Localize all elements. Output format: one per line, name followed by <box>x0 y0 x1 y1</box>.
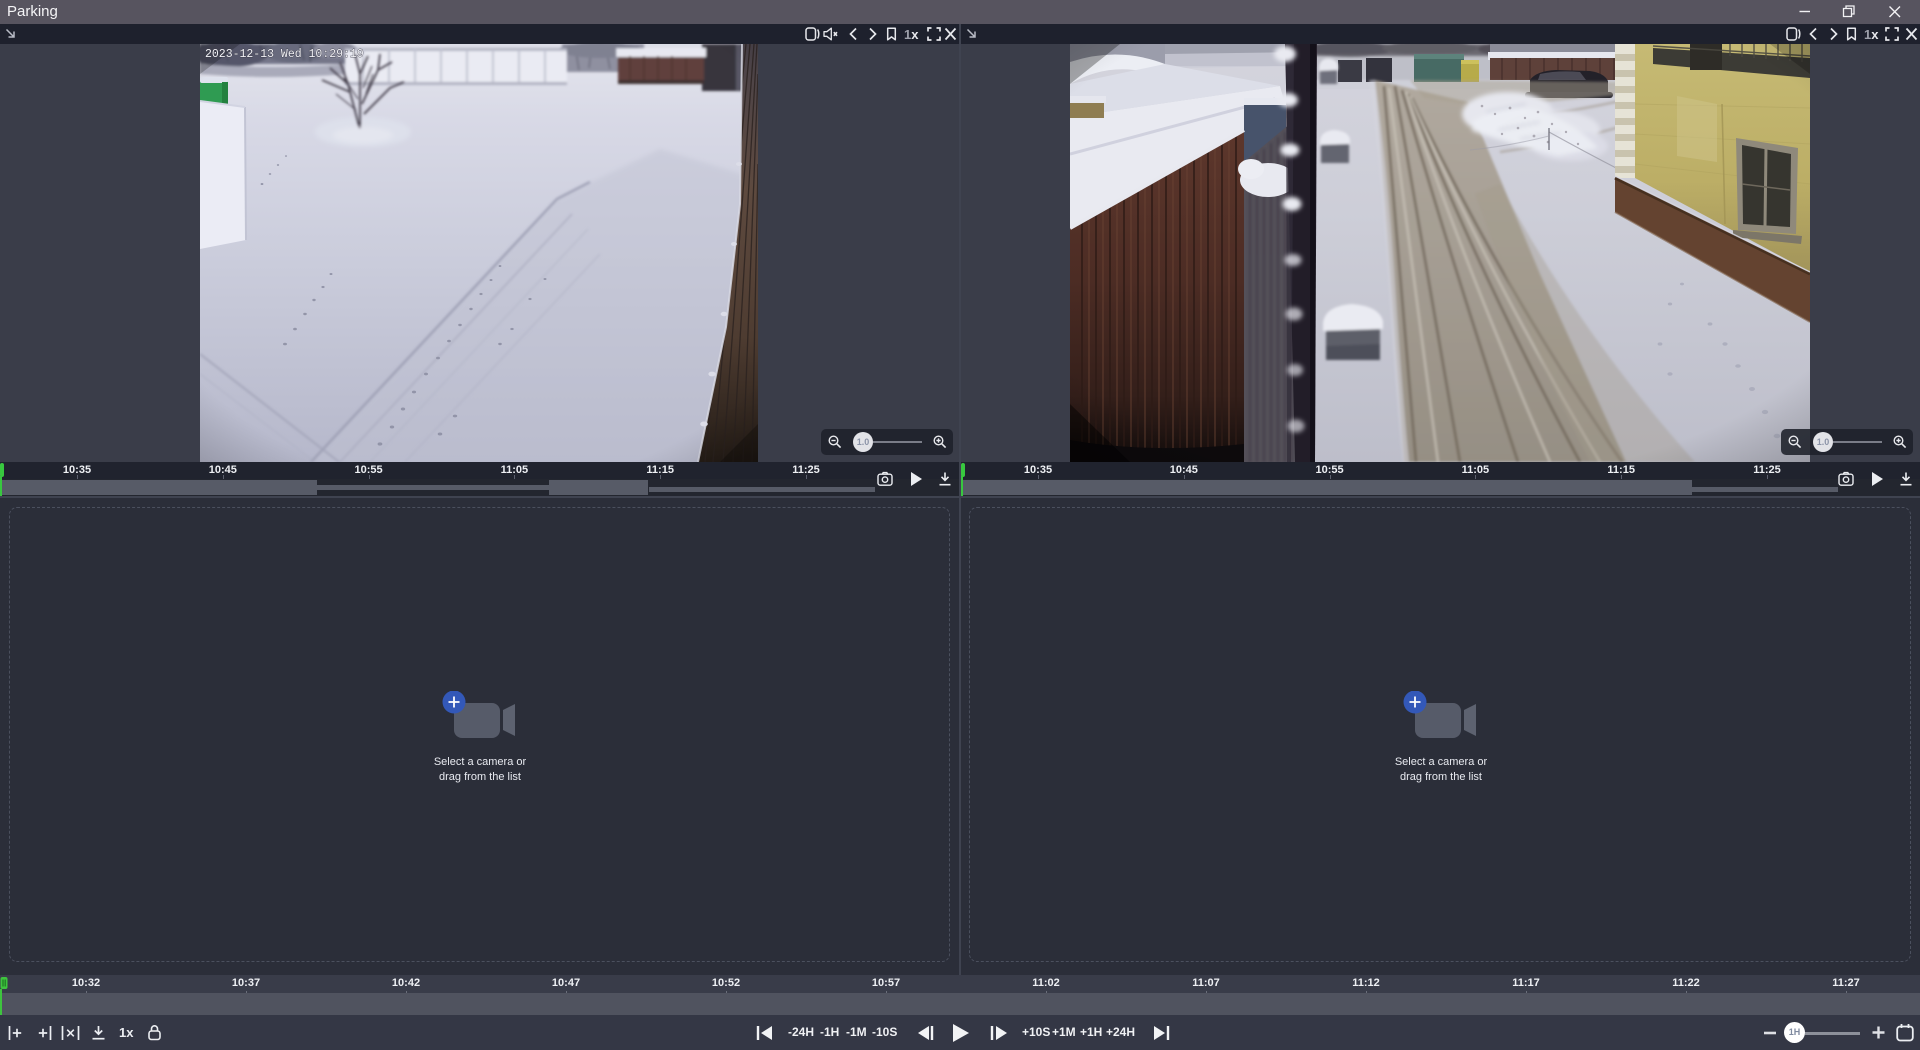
svg-text:2023-12-13 Wed 10:29:19: 2023-12-13 Wed 10:29:19 <box>205 48 364 61</box>
